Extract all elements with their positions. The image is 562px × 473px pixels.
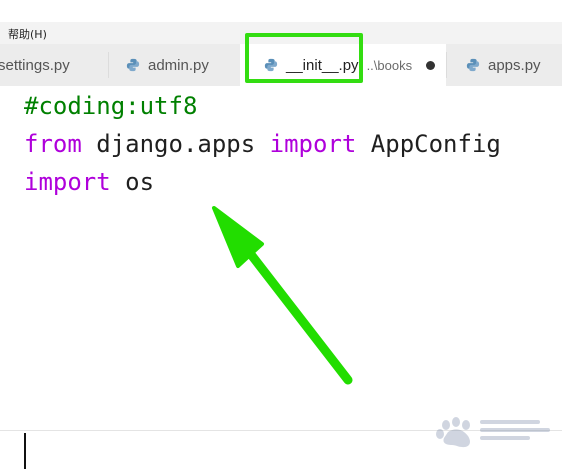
tab-label: admin.py	[148, 56, 209, 74]
keyword-token: import	[269, 130, 357, 158]
text-cursor	[24, 433, 26, 469]
tab-admin-py[interactable]: admin.py	[108, 44, 240, 86]
tab-label: settings.py	[0, 56, 70, 74]
unsaved-dot-icon[interactable]	[426, 60, 436, 70]
python-icon	[264, 58, 278, 72]
editor-tab-bar: settings.py admin.py __init__.py ..\book…	[0, 44, 562, 86]
code-line-3[interactable]: import os	[24, 162, 154, 202]
identifier-token: os	[110, 168, 155, 196]
code-line-2[interactable]: from django.apps import AppConfig	[24, 124, 501, 164]
identifier-token: django.apps	[81, 130, 270, 158]
tab-apps-py[interactable]: apps.py	[446, 44, 562, 86]
identifier-token: AppConfig	[356, 130, 501, 158]
tab-label: apps.py	[488, 56, 541, 74]
tab-init-py[interactable]: __init__.py ..\books	[240, 44, 446, 86]
tab-path-description: ..\books	[366, 57, 413, 73]
baidu-paw-icon	[436, 417, 550, 448]
keyword-token: from	[24, 130, 82, 158]
keyword-token: import	[24, 168, 111, 196]
python-icon	[466, 58, 480, 72]
tab-label: __init__.py	[286, 56, 359, 74]
code-line-1[interactable]: #coding:utf8	[24, 86, 197, 126]
window-top-strip	[0, 0, 562, 22]
python-icon	[126, 58, 140, 72]
menu-help[interactable]: 帮助(H)	[8, 26, 47, 42]
tab-settings-py[interactable]: settings.py	[0, 44, 108, 86]
menu-bar: 帮助(H)	[0, 22, 562, 45]
comment-token: #coding:utf8	[24, 92, 198, 120]
